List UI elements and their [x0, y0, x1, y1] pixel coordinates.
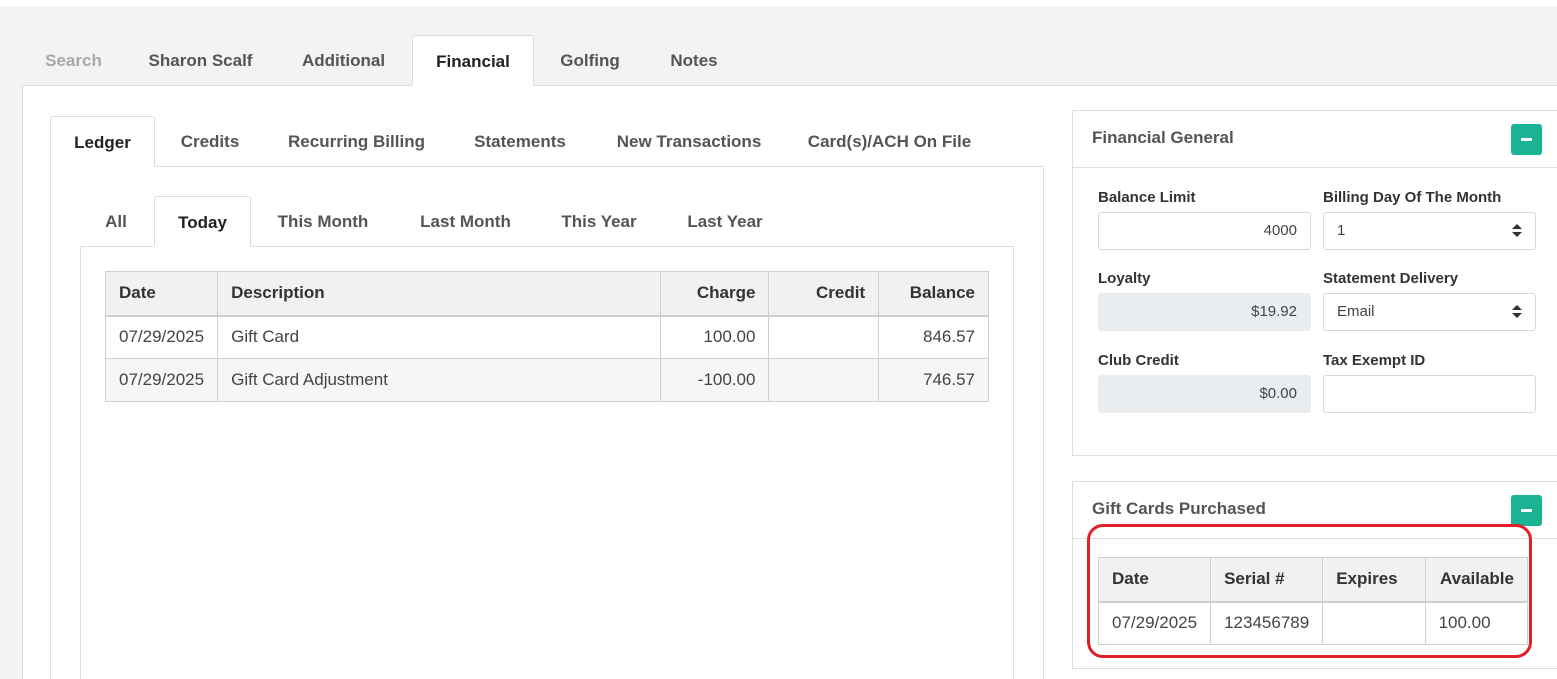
club-credit-field: $0.00 — [1098, 375, 1311, 413]
col-gift-date[interactable]: Date — [1097, 557, 1212, 603]
balance-limit-label: Balance Limit — [1098, 189, 1196, 206]
cell-available: 100.00 — [1424, 601, 1529, 645]
cell-charge: 100.00 — [659, 315, 770, 359]
tab-range-last-year[interactable]: Last Year — [664, 196, 786, 247]
billing-day-value: 1 — [1337, 222, 1346, 239]
top-strip — [0, 0, 1557, 6]
tab-recurring-billing[interactable]: Recurring Billing — [265, 116, 448, 167]
loyalty-field: $19.92 — [1098, 293, 1311, 331]
cell-charge: -100.00 — [659, 358, 770, 402]
cell-description: Gift Card Adjustment — [217, 358, 661, 402]
tax-exempt-input[interactable] — [1323, 375, 1536, 413]
cell-gift-date: 07/29/2025 — [1097, 601, 1212, 645]
tab-search[interactable]: Search — [22, 35, 125, 86]
financial-general-header: Financial General — [1073, 111, 1557, 168]
tab-range-today[interactable]: Today — [154, 196, 251, 247]
financial-general-title: Financial General — [1092, 128, 1234, 147]
record-tabs: Search Sharon Scalf Additional Financial… — [22, 35, 1557, 86]
club-credit-label: Club Credit — [1098, 352, 1179, 369]
balance-limit-input[interactable]: 4000 — [1098, 212, 1311, 250]
tab-cards-ach-on-file[interactable]: Card(s)/ACH On File — [788, 116, 991, 167]
cell-credit — [768, 315, 880, 359]
select-caret-icon — [1512, 305, 1522, 319]
tab-range-all[interactable]: All — [80, 196, 152, 247]
billing-day-select[interactable]: 1 — [1323, 212, 1536, 250]
gift-cards-header: Gift Cards Purchased — [1073, 482, 1557, 539]
tab-financial[interactable]: Financial — [412, 35, 534, 86]
col-date[interactable]: Date — [104, 271, 219, 317]
col-balance[interactable]: Balance — [878, 271, 989, 317]
collapse-financial-general-button[interactable] — [1511, 124, 1542, 155]
gift-cards-table: Date Serial # Expires Available 07/29/20… — [1097, 557, 1529, 645]
col-expires[interactable]: Expires — [1322, 557, 1426, 603]
cell-date: 07/29/2025 — [104, 358, 219, 402]
cell-date: 07/29/2025 — [104, 315, 219, 359]
tab-range-this-year[interactable]: This Year — [540, 196, 658, 247]
table-row[interactable]: 07/29/2025 Gift Card 100.00 846.57 — [104, 315, 989, 359]
financial-general-panel: Financial General Balance Limit 4000 Bil… — [1072, 110, 1557, 456]
statement-delivery-select[interactable]: Email — [1323, 293, 1536, 331]
table-header-row: Date Description Charge Credit Balance — [104, 271, 989, 317]
cell-credit — [768, 358, 880, 402]
tab-statements[interactable]: Statements — [450, 116, 590, 167]
tab-range-last-month[interactable]: Last Month — [396, 196, 535, 247]
cell-description: Gift Card — [217, 315, 661, 359]
table-header-row: Date Serial # Expires Available — [1097, 557, 1529, 603]
ledger-table: Date Description Charge Credit Balance 0… — [104, 271, 989, 402]
col-description[interactable]: Description — [217, 271, 661, 317]
cell-balance: 846.57 — [878, 315, 989, 359]
loyalty-label: Loyalty — [1098, 270, 1151, 287]
tab-sharon-scalf[interactable]: Sharon Scalf — [130, 35, 271, 86]
billing-day-label: Billing Day Of The Month — [1323, 189, 1502, 206]
statement-delivery-label: Statement Delivery — [1323, 270, 1459, 287]
collapse-gift-cards-button[interactable] — [1511, 495, 1542, 526]
tab-range-this-month[interactable]: This Month — [256, 196, 390, 247]
table-row[interactable]: 07/29/2025 Gift Card Adjustment -100.00 … — [104, 358, 989, 402]
select-caret-icon — [1512, 224, 1522, 238]
gift-cards-title: Gift Cards Purchased — [1092, 499, 1266, 518]
tab-golfing[interactable]: Golfing — [536, 35, 644, 86]
table-row[interactable]: 07/29/2025 123456789 100.00 — [1097, 601, 1529, 645]
cell-expires — [1322, 601, 1426, 645]
col-available[interactable]: Available — [1424, 557, 1529, 603]
col-serial[interactable]: Serial # — [1210, 557, 1324, 603]
cell-balance: 746.57 — [878, 358, 989, 402]
tab-additional[interactable]: Additional — [276, 35, 411, 86]
tax-exempt-label: Tax Exempt ID — [1323, 352, 1426, 369]
tab-credits[interactable]: Credits — [158, 116, 262, 167]
tab-notes[interactable]: Notes — [646, 35, 742, 86]
cell-serial: 123456789 — [1210, 601, 1324, 645]
col-charge[interactable]: Charge — [659, 271, 770, 317]
statement-delivery-value: Email — [1337, 303, 1375, 320]
tab-new-transactions[interactable]: New Transactions — [592, 116, 786, 167]
col-credit[interactable]: Credit — [768, 271, 880, 317]
tab-ledger[interactable]: Ledger — [50, 116, 155, 167]
